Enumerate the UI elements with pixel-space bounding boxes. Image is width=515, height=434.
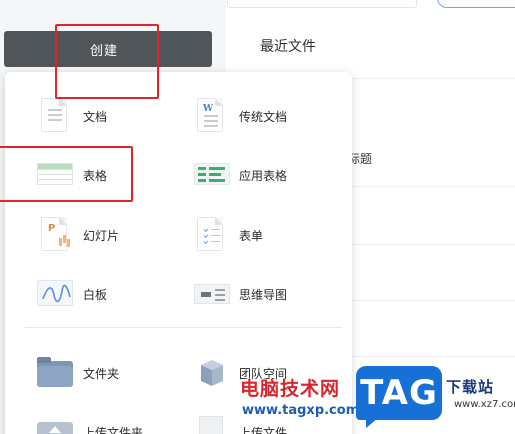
menu-item-label: 文件夹 xyxy=(83,366,120,381)
watermark: 电脑技术网 www.tagxp.com TAG 下载站 www.xz7.com xyxy=(238,366,515,434)
menu-item-upload-folder[interactable]: 上传文件夹 xyxy=(35,412,143,434)
watermark-tag-logo: TAG xyxy=(356,366,442,428)
menu-item-label: 文档 xyxy=(83,109,108,124)
menu-item-app-table[interactable]: 应用表格 xyxy=(191,155,287,195)
menu-item-label: 应用表格 xyxy=(239,168,288,183)
menu-item-label: 上传文件夹 xyxy=(83,425,144,434)
document-icon xyxy=(35,96,75,136)
upload-folder-icon xyxy=(35,412,75,434)
header-action-button[interactable] xyxy=(437,0,515,8)
recent-files-title: 最近文件 xyxy=(260,39,316,55)
menu-item-form[interactable]: 表单 xyxy=(191,215,263,255)
search-input[interactable] xyxy=(227,0,417,8)
menu-item-label: 思维导图 xyxy=(239,287,288,302)
team-space-icon xyxy=(191,353,231,393)
watermark-site-url: www.tagxp.com xyxy=(242,403,360,418)
menu-item-folder[interactable]: 文件夹 xyxy=(35,353,119,393)
watermark-site-name: 电脑技术网 xyxy=(240,378,341,400)
upload-file-icon xyxy=(191,412,231,434)
menu-item-mindmap[interactable]: 思维导图 xyxy=(191,274,287,314)
menu-item-label: 幻灯片 xyxy=(83,228,120,243)
app-window: 最近文件 际题 创建 文档 W 传统文档 表格 应用表格 P 幻灯片 表单 白板… xyxy=(0,0,515,434)
word-document-icon: W xyxy=(191,96,231,136)
menu-item-label: 传统文档 xyxy=(239,109,288,124)
annotation-box-create xyxy=(55,24,159,99)
menu-item-label: 白板 xyxy=(83,287,108,302)
menu-item-label: 表单 xyxy=(239,228,264,243)
menu-divider xyxy=(25,327,342,328)
menu-item-slides[interactable]: P 幻灯片 xyxy=(35,215,119,255)
annotation-box-sheet xyxy=(0,146,133,202)
menu-item-whiteboard[interactable]: 白板 xyxy=(35,274,107,314)
mindmap-icon xyxy=(191,274,231,314)
whiteboard-icon xyxy=(35,274,75,314)
folder-icon xyxy=(35,353,75,393)
slides-icon: P xyxy=(35,215,75,255)
menu-item-document[interactable]: 文档 xyxy=(35,96,107,136)
watermark-download-name: 下载站 xyxy=(446,378,495,396)
watermark-download-url: www.xz7.com xyxy=(454,399,515,410)
menu-item-word-document[interactable]: W 传统文档 xyxy=(191,96,287,136)
app-table-icon xyxy=(191,155,231,195)
form-icon xyxy=(191,215,231,255)
